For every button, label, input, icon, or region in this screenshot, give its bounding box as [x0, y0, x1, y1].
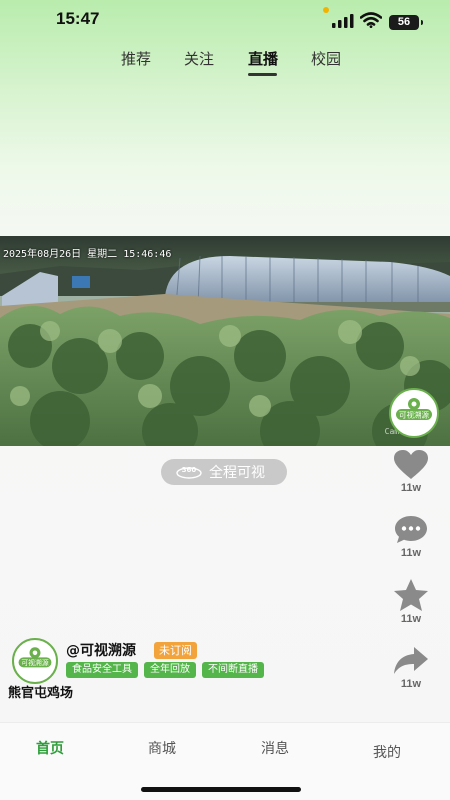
star-icon	[394, 579, 428, 611]
favorite-count: 11w	[400, 613, 422, 625]
camera-indicator-dot	[323, 7, 329, 13]
favorite-button[interactable]: 11w	[388, 578, 434, 625]
top-tab-bar: 推荐 关注 直播 校园	[0, 48, 450, 78]
brand-logo-text: 可视溯源	[399, 410, 429, 420]
brand-avatar[interactable]: 可视溯源	[389, 388, 439, 438]
status-time: 15:47	[56, 9, 100, 28]
subscribe-badge[interactable]: 未订阅	[154, 642, 197, 659]
farm-name: 熊官屯鸡场	[8, 686, 74, 701]
tab-following[interactable]: 关注	[184, 48, 214, 69]
share-button[interactable]: 11w	[388, 645, 434, 690]
author-logo-text: 可视溯源	[21, 658, 48, 667]
active-tab-underline	[248, 73, 277, 76]
panorama-view-button[interactable]: 360 全程可视	[161, 459, 287, 485]
tab-campus[interactable]: 校园	[311, 48, 341, 69]
comment-icon	[395, 516, 427, 543]
panorama-badge-text: 360	[182, 466, 197, 474]
wifi-icon	[360, 12, 382, 28]
brand-logo-icon: 可视溯源	[392, 391, 436, 435]
video-timestamp-overlay: 2025年08月26日 星期二 15:46:46	[3, 249, 172, 260]
author-logo-icon: 可视溯源	[14, 640, 56, 682]
panorama-label: 全程可视	[209, 465, 265, 481]
tag-food-safety: 食品安全工具	[66, 662, 138, 678]
share-count: 11w	[400, 678, 422, 690]
nav-messages[interactable]: 消息	[261, 738, 289, 758]
tab-live[interactable]: 直播	[248, 48, 278, 69]
heart-icon	[394, 450, 428, 479]
nav-home[interactable]: 首页	[36, 738, 64, 758]
like-count: 11w	[400, 482, 422, 494]
author-avatar[interactable]: 可视溯源	[12, 638, 58, 684]
author-tags: 食品安全工具 全年回放 不间断直播	[66, 662, 264, 678]
like-button[interactable]: 11w	[388, 449, 434, 494]
signal-icon	[332, 14, 354, 28]
battery-indicator: 56	[389, 15, 423, 30]
video-frame	[0, 236, 450, 446]
comment-count: 11w	[400, 547, 422, 559]
panorama-360-icon: 360	[175, 464, 203, 480]
live-video-player[interactable]: 2025年08月26日 星期二 15:46:46 Camera 07	[0, 236, 450, 446]
tag-year-playback: 全年回放	[144, 662, 196, 678]
tag-nonstop-live: 不间断直播	[202, 662, 264, 678]
home-indicator[interactable]	[141, 787, 301, 792]
author-handle[interactable]: @可视溯源	[66, 640, 136, 660]
tab-recommend[interactable]: 推荐	[121, 48, 151, 69]
status-bar: 15:47 56	[0, 0, 450, 40]
share-icon	[394, 647, 428, 674]
nav-mall[interactable]: 商城	[148, 738, 176, 758]
comment-button[interactable]: 11w	[388, 514, 434, 559]
author-info: 可视溯源 @可视溯源 未订阅 食品安全工具 全年回放 不间断直播 熊官屯鸡场	[8, 636, 328, 706]
nav-profile[interactable]: 我的	[373, 742, 401, 762]
